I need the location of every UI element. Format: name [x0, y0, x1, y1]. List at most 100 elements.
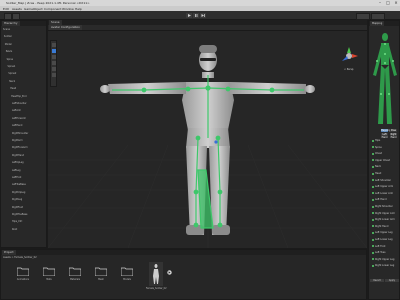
- hierarchy-row[interactable]: LeftFoot: [12, 176, 21, 180]
- pause-button[interactable]: [193, 12, 199, 18]
- hierarchy-row[interactable]: LeftArm: [12, 110, 21, 113]
- breadcrumb[interactable]: Assets > Female_Soldier_02: [3, 256, 37, 259]
- hierarchy-row[interactable]: Soldier: [4, 36, 12, 39]
- inspector-button[interactable]: Right Hand: [390, 133, 397, 139]
- account-button[interactable]: [4, 12, 12, 20]
- checkbox-icon: [372, 218, 374, 221]
- hierarchy-row[interactable]: RightUpLeg: [12, 191, 25, 195]
- tab-project[interactable]: Project: [2, 250, 16, 255]
- checkbox-icon: [372, 212, 374, 215]
- bone-row[interactable]: Left Hand: [372, 198, 387, 201]
- hierarchy-row[interactable]: RightLeg: [12, 199, 22, 202]
- folder-label: Animations: [16, 278, 30, 281]
- checkbox-icon: [372, 258, 374, 261]
- expand-icon[interactable]: [167, 270, 172, 275]
- bone-row[interactable]: Right Hand: [372, 225, 388, 228]
- bone-row[interactable]: Right Upper Leg: [372, 258, 394, 261]
- hierarchy-row[interactable]: Hips_Ctrl: [12, 221, 22, 224]
- hierarchy-row[interactable]: HeadTop_End: [11, 95, 26, 99]
- folder-icon[interactable]: [68, 266, 82, 277]
- menu-window[interactable]: Window: [62, 7, 74, 11]
- bone-label: Right Lower Arm: [375, 218, 395, 222]
- bone-label: Right Upper Arm: [375, 211, 395, 215]
- menu-component[interactable]: Component: [44, 7, 61, 11]
- folder-icon[interactable]: [42, 266, 56, 277]
- menu-gameobject[interactable]: GameObject: [24, 7, 43, 11]
- bone-row[interactable]: Neck: [372, 165, 381, 168]
- hierarchy-row[interactable]: RightArm: [12, 139, 23, 143]
- bone-row[interactable]: Left Foot: [372, 245, 385, 248]
- bone-label: Neck: [375, 165, 381, 169]
- revert-button[interactable]: Revert: [370, 279, 384, 282]
- bone-row[interactable]: Upper Chest: [372, 159, 390, 162]
- bone-row[interactable]: Left Upper Arm: [372, 185, 393, 188]
- checkbox-icon: [372, 198, 374, 201]
- bone-row[interactable]: Spine: [372, 146, 382, 149]
- play-button[interactable]: [186, 12, 192, 18]
- bone-label: Right Hand: [375, 224, 389, 228]
- cloud-icon[interactable]: [12, 12, 20, 20]
- inspector-button[interactable]: Left Hand: [381, 133, 388, 139]
- model-thumbnail-icon[interactable]: [149, 262, 163, 286]
- hierarchy-row[interactable]: Model: [5, 43, 12, 47]
- menu-assets[interactable]: Assets: [12, 7, 22, 11]
- hierarchy-row[interactable]: Neck: [9, 80, 15, 84]
- layers-dropdown[interactable]: [356, 12, 370, 20]
- inspector-tabstrip: Mapping: [369, 21, 399, 26]
- inspector-header[interactable]: Mapping: [370, 21, 385, 26]
- hierarchy-row[interactable]: Spine1: [8, 65, 16, 69]
- hierarchy-row[interactable]: RightForeArm: [12, 147, 28, 150]
- hierarchy-row[interactable]: LeftToeBase: [12, 184, 26, 187]
- hierarchy-row[interactable]: Spine2: [8, 73, 16, 76]
- hierarchy-row[interactable]: RightHand: [12, 154, 24, 158]
- inspector-button[interactable]: Pose: [390, 129, 397, 132]
- bone-row[interactable]: Right Lower Leg: [372, 264, 394, 267]
- hierarchy-row[interactable]: RightShoulder: [12, 132, 28, 136]
- hierarchy-row[interactable]: Spine: [7, 58, 13, 62]
- folder-icon[interactable]: [120, 266, 134, 277]
- menu-edit[interactable]: Edit: [3, 7, 9, 11]
- hierarchy-row[interactable]: Head: [10, 88, 16, 91]
- bone-label: Left Lower Arm: [375, 191, 394, 195]
- checkbox-icon: [372, 251, 374, 254]
- inspector-button[interactable]: Mapping: [381, 129, 390, 132]
- bone-row[interactable]: Right Upper Arm: [372, 212, 395, 215]
- hierarchy-row[interactable]: Scene: [3, 28, 10, 32]
- bone-row[interactable]: Left Toes: [372, 251, 386, 254]
- scene-view[interactable]: Scene Avatar Configuration < Persp: [48, 20, 367, 248]
- bone-row[interactable]: Left Shoulder: [372, 179, 391, 182]
- folder-icon[interactable]: [94, 266, 108, 277]
- bone-label: Head: [375, 172, 382, 175]
- bone-row[interactable]: Hips: [372, 139, 380, 142]
- bone-row[interactable]: Left Lower Arm: [372, 192, 393, 195]
- bone-row[interactable]: Head: [372, 172, 381, 175]
- bone-row[interactable]: Chest: [372, 152, 382, 155]
- hierarchy-row[interactable]: LeftShoulder: [12, 102, 27, 106]
- bone-label: Left Hand: [375, 198, 387, 202]
- hierarchy-row[interactable]: LeftHand: [12, 125, 22, 128]
- hierarchy-row[interactable]: Root: [12, 228, 17, 232]
- hierarchy-row[interactable]: LeftLeg: [12, 169, 20, 173]
- folder-label: Models: [123, 278, 131, 281]
- checkbox-icon: [372, 172, 374, 175]
- bone-row[interactable]: Right Shoulder: [372, 205, 393, 208]
- apply-button[interactable]: Apply: [385, 279, 399, 282]
- hierarchy-row[interactable]: RightFoot: [12, 206, 23, 210]
- tab-hierarchy[interactable]: Hierarchy: [2, 21, 20, 26]
- bone-label: Left Shoulder: [375, 178, 391, 182]
- checkbox-icon: [372, 152, 374, 155]
- bone-label: Left Lower Leg: [375, 238, 393, 241]
- menu-help[interactable]: Help: [75, 7, 82, 11]
- project-tabstrip: Project: [1, 250, 366, 255]
- hierarchy-row[interactable]: RightToeBase: [12, 213, 27, 217]
- bone-label: Right Upper Leg: [375, 257, 395, 261]
- hierarchy-row[interactable]: LeftUpLeg: [12, 162, 24, 165]
- bone-row[interactable]: Right Lower Arm: [372, 218, 395, 221]
- layout-dropdown[interactable]: [371, 12, 385, 20]
- hierarchy-row[interactable]: Pelvis: [6, 51, 13, 54]
- bone-row[interactable]: Left Lower Leg: [372, 238, 392, 241]
- step-button[interactable]: [200, 12, 206, 18]
- hierarchy-row[interactable]: LeftForeArm: [12, 117, 26, 121]
- bone-row[interactable]: Left Upper Leg: [372, 231, 393, 234]
- folder-icon[interactable]: [16, 266, 30, 277]
